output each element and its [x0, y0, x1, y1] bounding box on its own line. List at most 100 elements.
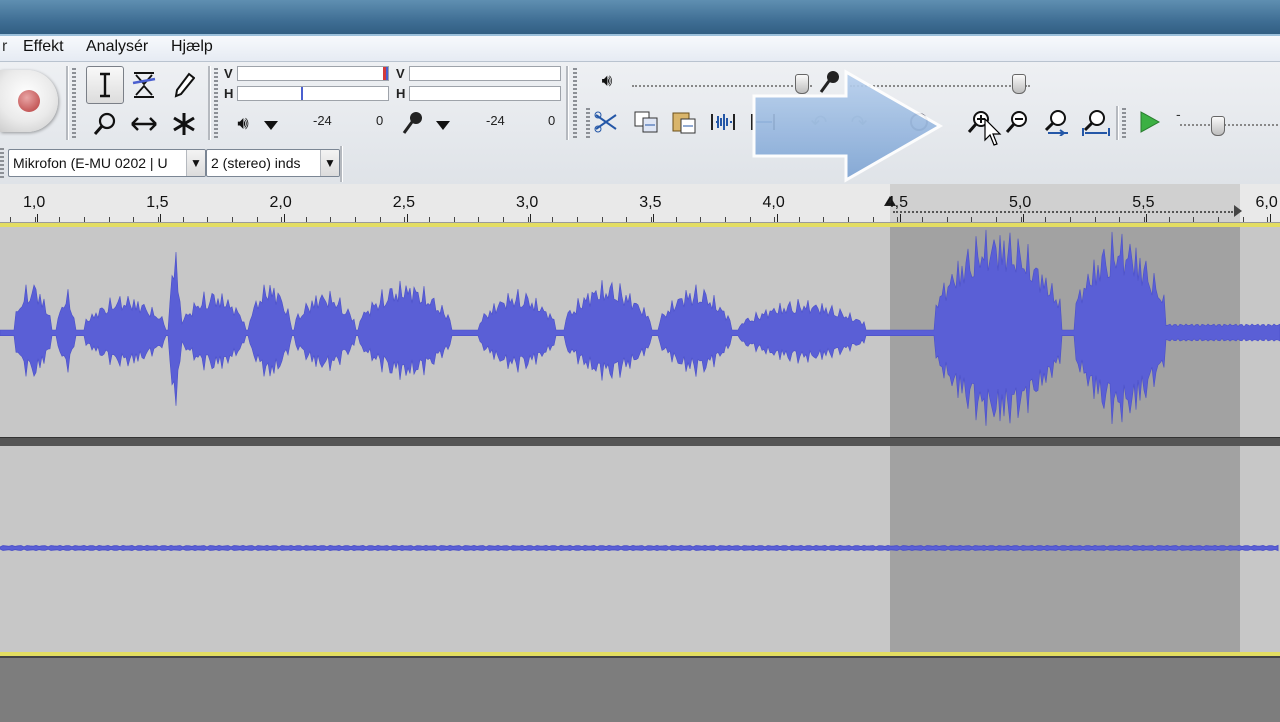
chevron-down-icon: ▼: [186, 150, 205, 176]
timeline-major-tick: [37, 214, 38, 222]
toolbar-separator: [208, 66, 211, 140]
cut-button[interactable]: [590, 106, 624, 138]
timeline-minor-tick: [1242, 217, 1244, 222]
record-meter-mic-button[interactable]: [398, 108, 428, 138]
timeline-minor-tick: [10, 217, 11, 222]
timeline-tick-label: 5,0: [1009, 194, 1032, 211]
timeline-minor-tick: [1020, 217, 1022, 222]
timeline-tick-label: 1,0: [23, 194, 46, 211]
playback-meter-speaker-button[interactable]: 🔊︎: [228, 110, 258, 136]
input-channels-select[interactable]: 2 (stereo) inds ▼: [206, 149, 340, 177]
i-beam-icon: [100, 72, 110, 98]
menu-analyser[interactable]: Analysér: [86, 38, 148, 56]
waveform-path: [0, 229, 1280, 426]
selection-end-marker[interactable]: [1234, 205, 1242, 217]
toolbar-grip[interactable]: [1122, 108, 1126, 138]
playback-meter-db-mid: -24: [313, 113, 332, 128]
timeline-tick-label: 6,0: [1255, 194, 1278, 211]
timeline-tick-label: 3,0: [516, 194, 539, 211]
trim-button[interactable]: [706, 106, 740, 138]
timeline-minor-tick: [700, 217, 702, 222]
speed-slider-thumb[interactable]: [1211, 116, 1225, 136]
draw-tool-button[interactable]: [165, 66, 203, 104]
timeline-minor-tick: [922, 217, 924, 222]
speaker-icon: 🔊︎: [237, 112, 249, 133]
envelope-tool-button[interactable]: [125, 66, 163, 104]
multi-tool-button[interactable]: [165, 105, 203, 143]
record-meter-db-end: 0: [548, 113, 556, 128]
timeline-tick-label: 4,5: [885, 194, 908, 211]
speed-slider-track[interactable]: [1180, 124, 1278, 126]
timeline-minor-tick: [108, 217, 110, 222]
zoom-out-button[interactable]: [1000, 106, 1034, 138]
timeline-minor-tick: [823, 217, 825, 222]
timeline-minor-tick: [34, 217, 36, 222]
timeshift-tool-button[interactable]: [125, 105, 163, 143]
timeline-minor-tick: [404, 217, 406, 222]
timeline-major-tick: [1269, 214, 1271, 222]
playback-meter-bottom-label: H: [224, 86, 234, 101]
timeline-tick-label: 2,5: [392, 194, 415, 211]
menu-bar: r Effekt Analysér Hjælp: [0, 36, 1280, 62]
selection-tool-button[interactable]: [86, 66, 124, 104]
timeline-major-tick: [530, 214, 531, 222]
timeline-minor-tick: [996, 217, 997, 222]
timeline-minor-tick: [1193, 217, 1195, 222]
timeline-minor-tick: [182, 217, 184, 222]
microphone-icon: [402, 112, 422, 134]
fit-project-button[interactable]: [1078, 106, 1112, 138]
window-title-bar: [0, 0, 1280, 36]
chevron-down-icon: ▼: [320, 150, 339, 176]
menu-effekt[interactable]: Effekt: [23, 38, 64, 56]
toolbar-grip[interactable]: [214, 68, 218, 138]
playback-meter-left: [237, 66, 389, 81]
trim-audio-icon: [711, 114, 735, 130]
timeline-major-tick: [1023, 214, 1024, 222]
timeline-major-tick: [406, 214, 408, 222]
asterisk-icon: [173, 113, 195, 135]
mouse-cursor-icon: [984, 118, 1002, 146]
record-meter-menu-button[interactable]: [430, 114, 456, 136]
playback-meter-menu-button[interactable]: [258, 114, 284, 136]
toolbar-grip[interactable]: [72, 68, 76, 138]
empty-project-area[interactable]: [0, 656, 1280, 722]
timeline-minor-tick: [971, 217, 973, 222]
toolbar-grip[interactable]: [573, 68, 577, 138]
fit-selection-icon: [1044, 110, 1068, 136]
play-at-speed-button[interactable]: [1132, 106, 1166, 138]
timeline-minor-tick: [552, 217, 554, 222]
timeline-minor-tick: [83, 217, 85, 222]
waveform-right-channel: [0, 544, 1279, 552]
timeline-major-tick: [160, 214, 162, 222]
timeline-minor-tick: [1267, 217, 1269, 222]
input-volume-slider-thumb[interactable]: [1012, 74, 1026, 94]
record-meter-left: [409, 66, 561, 81]
timeline-minor-tick: [355, 217, 357, 222]
record-meter-top-label: V: [396, 66, 405, 81]
copy-button[interactable]: [630, 106, 664, 138]
paste-button[interactable]: [668, 106, 702, 138]
playback-meter-top-label: V: [224, 66, 233, 81]
playback-meter-db-end: 0: [376, 113, 384, 128]
pencil-icon: [174, 72, 195, 98]
magnifier-icon: [93, 112, 116, 135]
zoom-tool-button[interactable]: [86, 105, 124, 143]
timeline-minor-tick: [576, 217, 578, 222]
timeline-major-tick: [1146, 214, 1148, 222]
input-channels-value: 2 (stereo) inds: [211, 155, 301, 171]
input-device-select[interactable]: Mikrofon (E-MU 0202 | U ▼: [8, 149, 206, 177]
timeline-minor-tick: [281, 217, 283, 222]
toolbar-grip[interactable]: [0, 148, 4, 178]
menu-hjaelp[interactable]: Hjælp: [171, 38, 213, 56]
fit-selection-button[interactable]: [1038, 106, 1072, 138]
timeline-minor-tick: [946, 217, 948, 222]
timeline-minor-tick: [379, 217, 381, 222]
timeline-minor-tick: [601, 217, 603, 222]
toolbar-separator: [566, 66, 569, 140]
toolbar-separator: [340, 146, 343, 182]
timeline-minor-tick: [231, 217, 233, 222]
waveform-left-channel: [0, 229, 1280, 426]
speed-slider-minus: -: [1176, 106, 1181, 122]
timeline-minor-tick: [774, 217, 776, 222]
timeline-minor-tick: [429, 217, 431, 222]
